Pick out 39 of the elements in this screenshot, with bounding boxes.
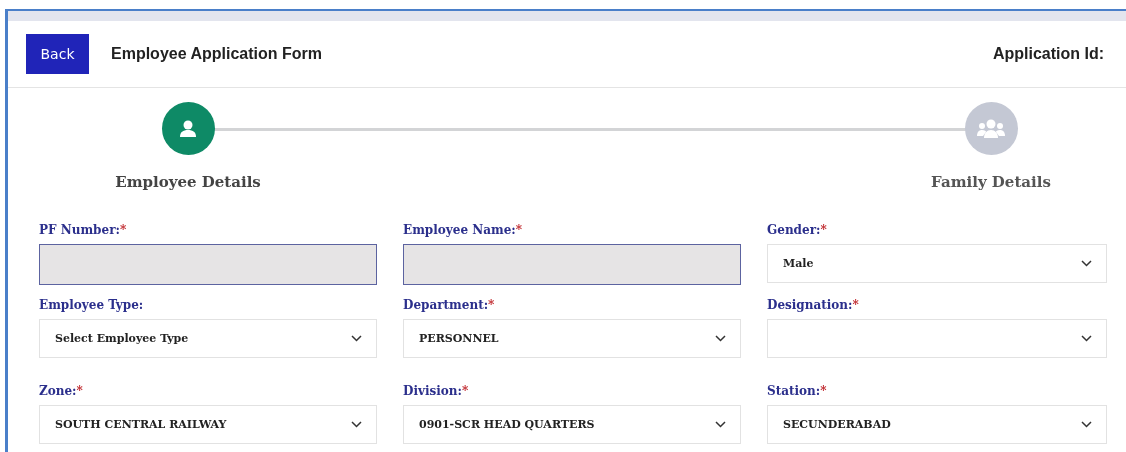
back-button[interactable]: Back — [26, 34, 89, 74]
required-asterisk: * — [852, 298, 859, 312]
select-field[interactable]: Male — [767, 244, 1107, 283]
field-label: Designation: — [767, 298, 853, 312]
chevron-down-icon — [1081, 260, 1092, 267]
field-label: Department: — [403, 298, 489, 312]
select-field[interactable] — [767, 319, 1107, 358]
field-label: Division: — [403, 384, 462, 398]
person-icon — [178, 118, 198, 139]
step-label: Employee Details — [115, 173, 261, 191]
group-icon — [976, 117, 1006, 140]
chevron-down-icon — [715, 421, 726, 428]
required-asterisk: * — [515, 223, 522, 237]
required-asterisk: * — [76, 384, 83, 398]
field-label: Zone: — [39, 384, 77, 398]
step-circle[interactable] — [161, 102, 215, 155]
chevron-down-icon — [351, 335, 362, 342]
chevron-down-icon — [1081, 335, 1092, 342]
select-field[interactable]: SOUTH CENTRAL RAILWAY — [39, 405, 377, 444]
form-title: Employee Application Form — [111, 45, 323, 63]
required-asterisk: * — [119, 223, 127, 237]
field-label: Employee Name: — [403, 223, 516, 237]
required-asterisk: * — [820, 384, 827, 398]
chevron-down-icon — [715, 335, 726, 342]
field-label: Employee Type: — [39, 298, 144, 312]
application-id-label: Application Id: — [992, 45, 1104, 63]
field-label: PF Number: — [39, 223, 120, 237]
select-field[interactable]: 0901-SCR HEAD QUARTERS — [403, 405, 741, 444]
chevron-down-icon — [351, 421, 362, 428]
field-label: Gender: — [767, 223, 821, 237]
step-label: Family Details — [931, 173, 1051, 191]
field-label: Station: — [767, 384, 821, 398]
select-field[interactable]: Select Employee Type — [39, 319, 377, 358]
select-field[interactable]: PERSONNEL — [403, 319, 741, 358]
select-field[interactable]: SECUNDERABAD — [767, 405, 1107, 444]
required-asterisk: * — [820, 223, 827, 237]
required-asterisk: * — [488, 298, 495, 312]
chevron-down-icon — [1081, 421, 1092, 428]
required-asterisk: * — [461, 384, 469, 398]
